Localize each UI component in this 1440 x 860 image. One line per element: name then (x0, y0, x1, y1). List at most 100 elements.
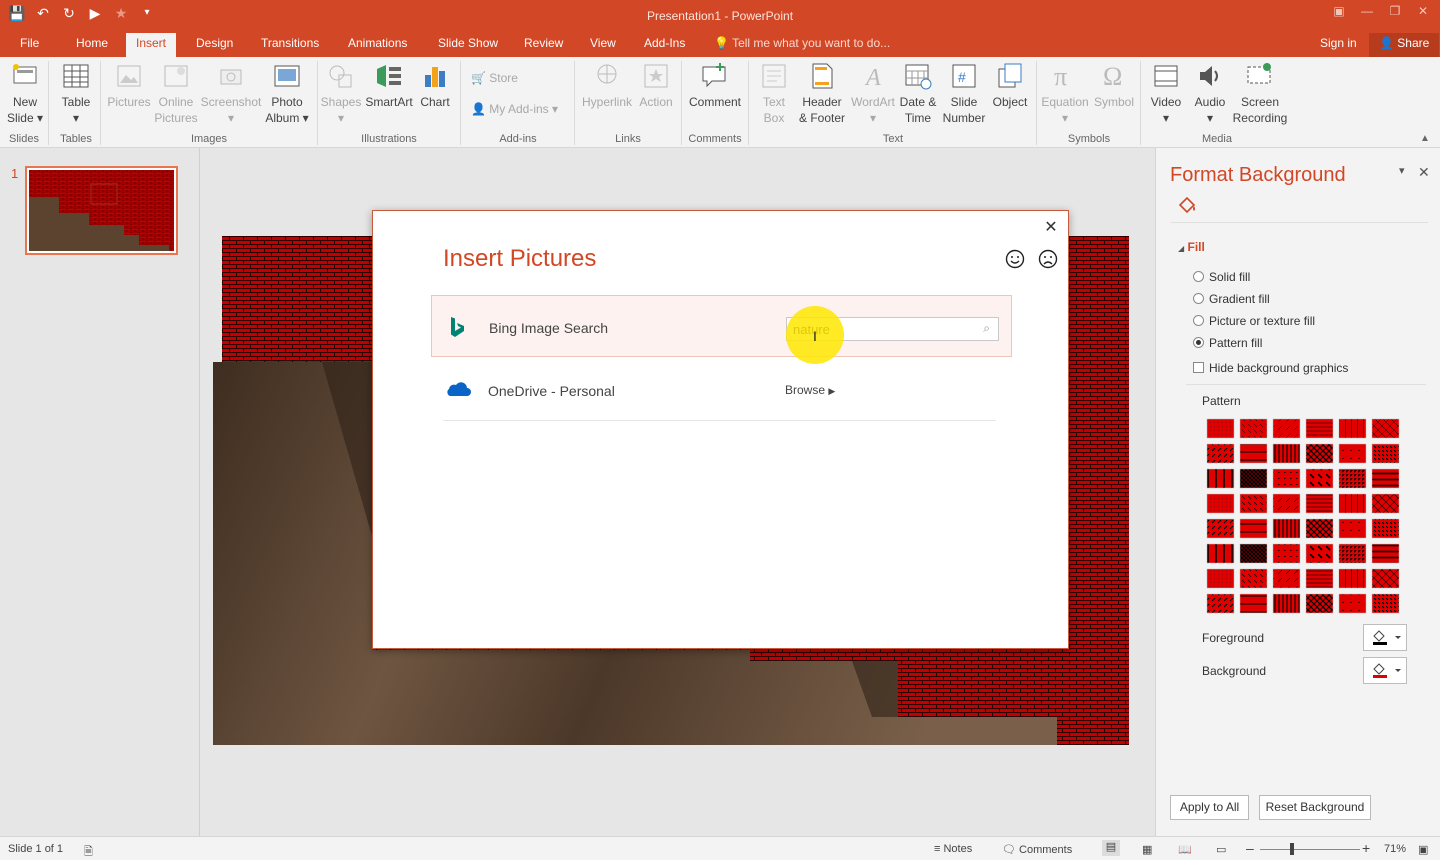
my-add-ins-button[interactable]: 👤 My Add-ins ▾ (471, 102, 558, 116)
pattern-swatch[interactable] (1239, 493, 1268, 514)
equation-button[interactable]: π Equation ▾ (1040, 61, 1090, 126)
pattern-swatch[interactable] (1272, 443, 1301, 464)
pattern-swatch[interactable] (1305, 568, 1334, 589)
audio-button[interactable]: Audio ▾ (1190, 61, 1230, 126)
smile-feedback-icon[interactable] (1005, 249, 1025, 269)
pattern-swatch[interactable] (1239, 593, 1268, 614)
pattern-swatch[interactable] (1272, 418, 1301, 439)
restore-icon[interactable]: ❐ (1384, 2, 1406, 20)
tab-home[interactable]: Home (66, 33, 118, 57)
shapes-button[interactable]: Shapes ▾ (320, 61, 362, 126)
tell-me-box[interactable]: 💡 Tell me what you want to do... (714, 33, 890, 54)
background-color-button[interactable] (1363, 657, 1407, 684)
slide-number-button[interactable]: # Slide Number (942, 61, 986, 126)
tab-slide-show[interactable]: Slide Show (428, 33, 508, 57)
pattern-swatch[interactable] (1371, 443, 1400, 464)
pattern-swatch[interactable] (1239, 443, 1268, 464)
pattern-swatch[interactable] (1305, 443, 1334, 464)
pattern-swatch[interactable] (1305, 493, 1334, 514)
dialog-close-icon[interactable]: ✕ (1042, 217, 1060, 237)
bing-image-search-row[interactable]: Bing Image Search nature ⌕ (431, 295, 1012, 357)
fill-section-header[interactable]: ◢ Fill (1178, 240, 1205, 254)
tab-view[interactable]: View (580, 33, 626, 57)
tab-file[interactable]: File (10, 33, 49, 57)
tab-animations[interactable]: Animations (338, 33, 417, 57)
pattern-swatch[interactable] (1206, 568, 1235, 589)
table-button[interactable]: Table ▾ (58, 61, 94, 126)
pattern-swatch[interactable] (1305, 468, 1334, 489)
pattern-swatch[interactable] (1305, 518, 1334, 539)
reading-view-icon[interactable]: 📖 (1178, 843, 1192, 856)
slide-thumbnail[interactable] (25, 166, 178, 255)
pattern-swatch[interactable] (1338, 593, 1367, 614)
tab-add-ins[interactable]: Add-Ins (634, 33, 695, 57)
pattern-swatch[interactable] (1272, 518, 1301, 539)
pattern-swatch[interactable] (1305, 418, 1334, 439)
spell-check-icon[interactable]: 🗎 (84, 843, 93, 860)
pattern-swatch[interactable] (1371, 543, 1400, 564)
photo-album-button[interactable]: Photo Album ▾ (264, 61, 310, 126)
reset-background-button[interactable]: Reset Background (1259, 795, 1371, 820)
picture-texture-fill-radio[interactable]: Picture or texture fill (1193, 314, 1315, 328)
pane-options-icon[interactable]: ▾ (1399, 164, 1405, 177)
pictures-button[interactable]: Pictures (106, 61, 152, 110)
pattern-swatch[interactable] (1206, 493, 1235, 514)
symbol-button[interactable]: Ω Symbol (1092, 61, 1136, 110)
fit-to-window-icon[interactable]: ▣ (1418, 843, 1428, 856)
pattern-swatch[interactable] (1272, 568, 1301, 589)
text-box-button[interactable]: Text Box (756, 61, 792, 126)
tab-review[interactable]: Review (514, 33, 573, 57)
hide-background-graphics-checkbox[interactable]: Hide background graphics (1193, 361, 1348, 375)
pattern-swatch[interactable] (1371, 568, 1400, 589)
share-button[interactable]: 👤 Share (1369, 33, 1440, 57)
pattern-swatch[interactable] (1239, 568, 1268, 589)
pattern-swatch[interactable] (1338, 418, 1367, 439)
search-icon[interactable]: ⌕ (983, 321, 990, 336)
screenshot-button[interactable]: Screenshot ▾ (200, 61, 262, 126)
hyperlink-button[interactable]: Hyperlink (578, 61, 636, 110)
online-pictures-button[interactable]: Online Pictures (154, 61, 198, 126)
browse-link[interactable]: Browse ▶ (785, 383, 835, 397)
header-footer-button[interactable]: Header & Footer (796, 61, 848, 126)
pattern-swatch[interactable] (1371, 493, 1400, 514)
pattern-swatch[interactable] (1239, 418, 1268, 439)
pattern-swatch[interactable] (1371, 518, 1400, 539)
chart-button[interactable]: Chart (416, 61, 454, 110)
pattern-swatch[interactable] (1206, 543, 1235, 564)
new-slide-button[interactable]: New Slide ▾ (6, 61, 44, 126)
slideshow-view-icon[interactable]: ▭ (1216, 843, 1226, 856)
sign-in-link[interactable]: Sign in (1320, 33, 1357, 54)
zoom-slider-track[interactable] (1260, 849, 1360, 850)
frown-feedback-icon[interactable] (1038, 249, 1058, 269)
zoom-level[interactable]: 71% (1384, 843, 1406, 855)
pattern-swatch[interactable] (1206, 443, 1235, 464)
date-time-button[interactable]: Date & Time (898, 61, 938, 126)
pattern-swatch[interactable] (1272, 543, 1301, 564)
pattern-swatch[interactable] (1338, 568, 1367, 589)
apply-to-all-button[interactable]: Apply to All (1170, 795, 1249, 820)
action-button[interactable]: Action (636, 61, 676, 110)
solid-fill-radio[interactable]: Solid fill (1193, 270, 1250, 284)
pattern-swatch[interactable] (1305, 593, 1334, 614)
pattern-swatch[interactable] (1206, 418, 1235, 439)
normal-view-icon[interactable]: ▤ (1102, 840, 1120, 856)
pattern-swatch[interactable] (1206, 518, 1235, 539)
store-button[interactable]: 🛒 Store (471, 71, 518, 85)
onedrive-row[interactable]: OneDrive - Personal Browse ▶ (443, 361, 996, 421)
zoom-out-icon[interactable]: – (1246, 840, 1254, 856)
pattern-swatch[interactable] (1206, 468, 1235, 489)
comment-button[interactable]: Comment (686, 61, 744, 110)
gradient-fill-radio[interactable]: Gradient fill (1193, 292, 1270, 306)
smartart-button[interactable]: SmartArt (364, 61, 414, 110)
pattern-swatch[interactable] (1338, 543, 1367, 564)
fill-bucket-icon[interactable] (1176, 194, 1198, 216)
pattern-grid[interactable] (1206, 418, 1402, 614)
pattern-fill-radio[interactable]: Pattern fill (1193, 336, 1262, 350)
collapse-ribbon-icon[interactable]: ▲ (1420, 133, 1430, 144)
minimize-icon[interactable]: — (1356, 2, 1378, 20)
video-button[interactable]: Video ▾ (1146, 61, 1186, 126)
ribbon-display-options-icon[interactable]: ▣ (1328, 2, 1350, 20)
pattern-swatch[interactable] (1305, 543, 1334, 564)
object-button[interactable]: Object (990, 61, 1030, 110)
pattern-swatch[interactable] (1338, 443, 1367, 464)
